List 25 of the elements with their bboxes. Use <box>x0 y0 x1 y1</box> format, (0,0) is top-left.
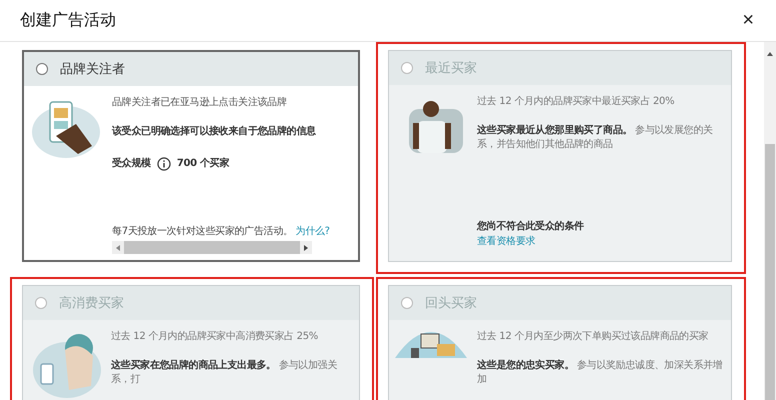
audience-description: 品牌关注者已在亚马逊上点击关注该品牌 <box>112 96 288 110</box>
shopping-items-drawing <box>395 330 467 360</box>
audience-statement: 这些买家在您品牌的商品上支出最多。 参与以加强关系，打 <box>111 358 338 387</box>
vertical-scrollbar[interactable] <box>764 42 776 400</box>
close-button[interactable]: × <box>738 9 758 32</box>
radio-button[interactable] <box>36 63 48 75</box>
audience-size-value: 700 个买家 <box>176 157 230 171</box>
card-title: 品牌关注者 <box>60 61 125 78</box>
info-icon[interactable] <box>156 157 171 172</box>
card-title: 最近买家 <box>425 60 477 77</box>
horizontal-scrollbar[interactable] <box>112 241 312 254</box>
audience-description: 过去 12 个月内的品牌买家中高消费买家占 25% <box>111 330 319 344</box>
dialog-title: 创建广告活动 <box>20 10 116 31</box>
card-title: 回头买家 <box>425 295 477 312</box>
audience-note: 该受众已明确选择可以接收来自于您品牌的信息 <box>112 124 317 138</box>
audience-card[interactable]: 品牌关注者 品牌关注者已在亚马逊上点击关注该品牌 该受众已明确选择可以接收来自于您品牌的信息 受众规模 700 个买家 每7天投放一次针对这些买家的广告活动。 为什么? <box>22 50 360 262</box>
audience-statement: 这些买家最近从您那里购买了商品。 参与以发展您的关系，并告知他们其他品牌的商品 <box>477 124 714 152</box>
card-title: 高消费买家 <box>59 295 124 312</box>
audience-description: 过去 12 个月内的品牌买家中最近买家占 20% <box>477 95 676 109</box>
frequency-note: 每7天投放一次针对这些买家的广告活动。 <box>112 226 293 236</box>
why-link[interactable]: 为什么? <box>296 226 330 236</box>
eligibility-note: 您尚不符合此受众的条件 <box>477 220 584 234</box>
audience-description: 过去 12 个月内至少两次下单购买过该品牌商品的买家 <box>477 330 710 344</box>
audience-statement: 这些是您的忠实买家。 参与以奖励忠诚度、加深关系并增加 <box>477 358 724 387</box>
audience-size-label: 受众规模 <box>112 157 151 171</box>
